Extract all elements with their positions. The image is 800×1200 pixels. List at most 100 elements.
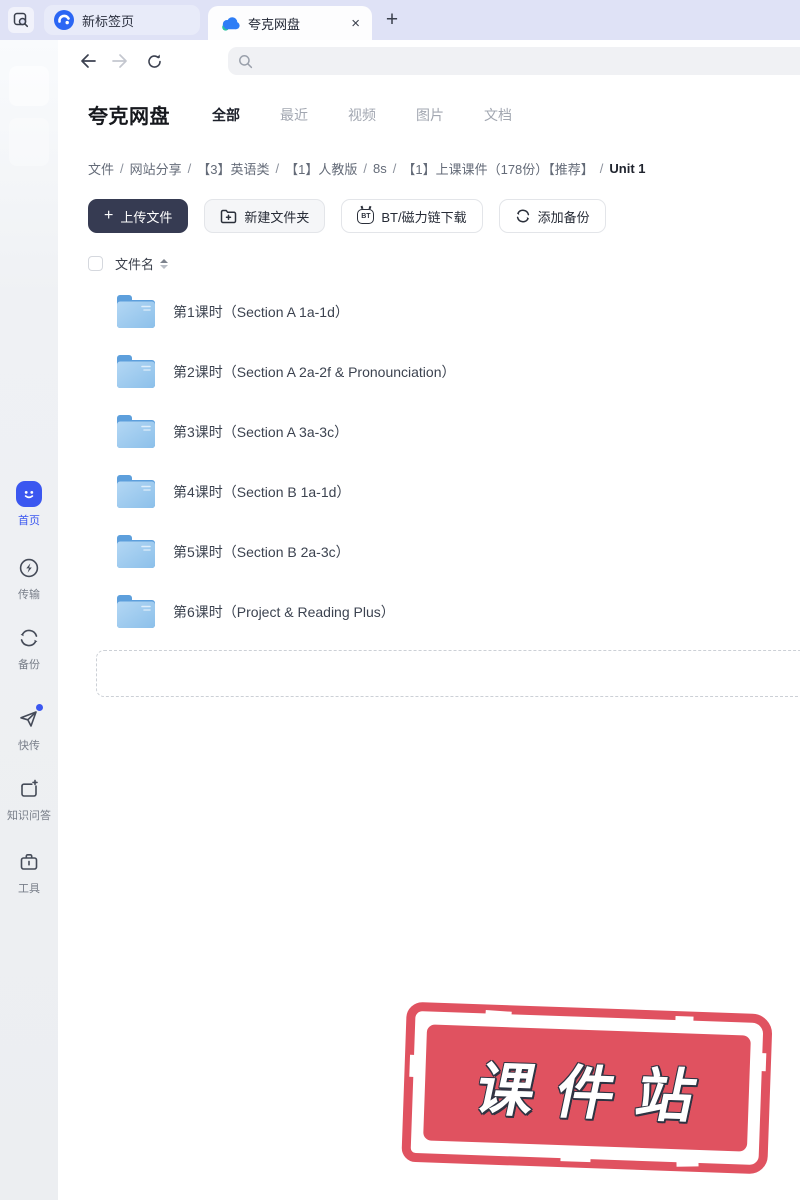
sidebar-item-label: 备份 — [18, 659, 40, 671]
sidebar-item-label: 首页 — [18, 515, 40, 527]
file-name: 第4课时（Section B 1a-1d） — [173, 484, 351, 500]
browser-tab-bar: 新标签页 夸克网盘 × + — [0, 0, 800, 40]
tab-search-icon — [13, 12, 29, 28]
back-icon[interactable] — [76, 49, 100, 73]
folder-icon — [114, 292, 158, 332]
select-all-checkbox[interactable] — [88, 256, 103, 271]
breadcrumb-item[interactable]: 【1】人教版 — [285, 159, 357, 178]
page-title: 夸克网盘 — [88, 106, 170, 128]
file-row[interactable]: 第4课时（Section B 1a-1d） — [88, 462, 800, 522]
breadcrumb-separator: / — [392, 161, 397, 176]
breadcrumb-item[interactable]: 【3】英语类 — [197, 159, 269, 178]
quark-drive-logo-icon — [222, 16, 240, 31]
sort-icon[interactable] — [160, 258, 169, 269]
file-row[interactable]: 第6课时（Project & Reading Plus） — [88, 582, 800, 642]
folder-icon — [114, 352, 158, 392]
refresh-icon[interactable] — [142, 49, 166, 73]
watermark-stamp: 课件站 — [401, 1001, 773, 1175]
notification-dot — [36, 704, 43, 711]
breadcrumb-item[interactable]: 网站分享 — [130, 159, 182, 178]
quark-browser-logo-icon — [54, 10, 74, 30]
sidebar-ghost-block — [9, 118, 49, 166]
breadcrumb-item[interactable]: 【1】上课课件（178份）【推荐】 — [402, 159, 593, 178]
sidebar-item-label: 知识问答 — [7, 810, 51, 822]
file-name: 第2课时（Section A 2a-2f & Pronounciation） — [173, 364, 456, 380]
new-folder-icon — [221, 209, 237, 223]
knowledge-qa-icon — [16, 776, 42, 802]
new-folder-button[interactable]: 新建文件夹 — [204, 199, 326, 233]
folder-icon — [114, 472, 158, 512]
sidebar-item-quick-send[interactable]: 快传 — [0, 704, 58, 753]
breadcrumb-separator: / — [363, 161, 367, 176]
breadcrumb-item[interactable]: 文件 — [88, 159, 114, 178]
tab-title: 夸克网盘 — [248, 16, 301, 32]
file-name: 第1课时（Section A 1a-1d） — [173, 304, 349, 320]
file-row[interactable]: 第5课时（Section B 2a-3c） — [88, 522, 800, 582]
quark-drive-window: 新标签页 夸克网盘 × + 首页 传输 备份 快传 知识问答 工具 夸克网盘 全… — [0, 0, 800, 1200]
upload-file-button[interactable]: + 上传文件 — [88, 199, 189, 233]
breadcrumb: 文件 / 网站分享 / 【3】英语类 / 【1】人教版 / 8s / 【1】上课课件（178份）【推… — [88, 159, 646, 178]
new-folder-label: 新建文件夹 — [244, 209, 310, 225]
sidebar: 首页 传输 备份 快传 知识问答 工具 — [0, 40, 58, 1200]
toolbox-icon — [16, 849, 42, 875]
sidebar-ghost-block — [9, 66, 49, 106]
tab-search-button[interactable] — [8, 7, 34, 33]
tab-recent[interactable]: 最近 — [280, 105, 308, 125]
bt-magnet-download-label: BT/磁力链下载 — [381, 209, 467, 225]
breadcrumb-separator: / — [120, 161, 124, 176]
folder-icon — [114, 532, 158, 572]
breadcrumb-separator: / — [599, 161, 604, 176]
add-backup-button[interactable]: 添加备份 — [498, 199, 606, 233]
paper-plane-icon — [16, 704, 43, 732]
file-name: 第6课时（Project & Reading Plus） — [173, 604, 395, 620]
file-row[interactable]: 第1课时（Section A 1a-1d） — [88, 282, 800, 342]
backup-circle-icon — [516, 209, 529, 223]
action-buttons: + 上传文件 新建文件夹 BT BT/磁力链下载 添加备份 — [88, 199, 606, 233]
sidebar-item-home[interactable]: 首页 — [0, 481, 58, 528]
breadcrumb-separator: / — [187, 161, 192, 176]
tab-videos[interactable]: 视频 — [348, 105, 376, 125]
stamp-text: 课件站 — [470, 1057, 724, 1131]
file-list: 第1课时（Section A 1a-1d） 第2课时（Section A 2a-… — [88, 282, 800, 642]
close-tab-icon[interactable]: × — [351, 16, 360, 31]
tab-documents[interactable]: 文档 — [484, 105, 512, 125]
sidebar-item-label: 传输 — [18, 589, 40, 601]
breadcrumb-item[interactable]: 8s — [373, 161, 387, 176]
empty-dropzone[interactable] — [96, 650, 800, 697]
breadcrumb-item[interactable]: Unit 1 — [609, 161, 645, 176]
sidebar-item-tools[interactable]: 工具 — [0, 849, 58, 896]
browser-toolbar — [58, 40, 800, 82]
tab-all[interactable]: 全部 — [212, 105, 240, 125]
folder-icon — [114, 592, 158, 632]
sidebar-item-label: 工具 — [18, 883, 40, 895]
file-row[interactable]: 第3课时（Section A 3a-3c） — [88, 402, 800, 462]
sidebar-item-knowledge-qa[interactable]: 知识问答 — [0, 776, 58, 823]
sidebar-item-label: 快传 — [18, 740, 40, 752]
column-filename: 文件名 — [115, 257, 155, 272]
sidebar-item-transfer[interactable]: 传输 — [0, 555, 58, 602]
tab-images[interactable]: 图片 — [416, 105, 444, 125]
folder-icon — [114, 412, 158, 452]
forward-icon[interactable] — [108, 49, 132, 73]
backup-sync-icon — [16, 625, 42, 651]
bt-icon: BT — [357, 208, 375, 224]
address-search-bar[interactable] — [228, 47, 800, 75]
file-name: 第3课时（Section A 3a-3c） — [173, 424, 349, 440]
browser-tab-quark-drive[interactable]: 夸克网盘 × — [208, 6, 372, 40]
tab-title: 新标签页 — [82, 13, 135, 29]
file-row[interactable]: 第2课时（Section A 2a-2f & Pronounciation） — [88, 342, 800, 402]
search-icon — [239, 54, 253, 68]
browser-tab-newtab[interactable]: 新标签页 — [44, 5, 200, 35]
new-tab-button[interactable]: + — [378, 6, 406, 34]
home-icon — [16, 481, 42, 507]
bt-magnet-download-button[interactable]: BT BT/磁力链下载 — [341, 199, 483, 233]
transfer-icon — [16, 555, 42, 581]
upload-file-label: 上传文件 — [120, 209, 173, 225]
file-table-header: 文件名 — [88, 254, 169, 273]
breadcrumb-separator: / — [275, 161, 280, 176]
add-backup-label: 添加备份 — [537, 209, 590, 225]
sidebar-item-backup[interactable]: 备份 — [0, 625, 58, 672]
plus-icon: + — [104, 207, 114, 224]
stamp-body: 课件站 — [423, 1024, 751, 1152]
filter-tabs: 全部 最近 视频 图片 文档 — [212, 105, 512, 125]
